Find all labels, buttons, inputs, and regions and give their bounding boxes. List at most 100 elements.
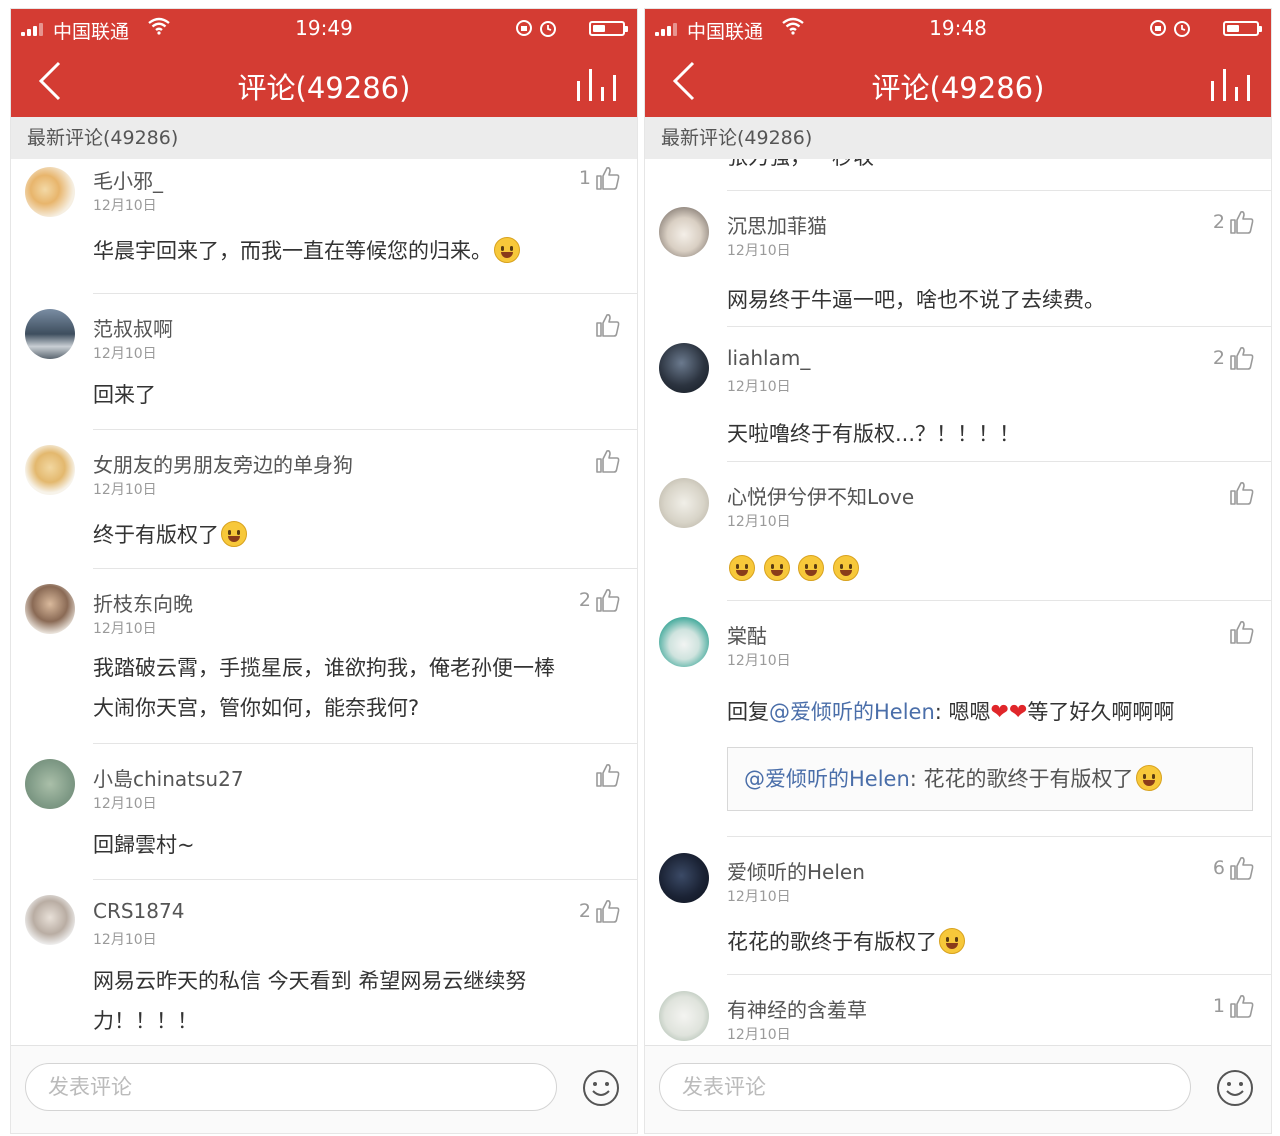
like-count: 2 [578, 589, 591, 611]
comment-username[interactable]: 范叔叔啊 [93, 313, 173, 342]
comment-username[interactable]: 棠酤 [727, 620, 767, 649]
avatar[interactable] [659, 343, 709, 393]
like-count: 2 [1212, 211, 1225, 233]
comment-text: 回复@爱倾听的Helen: 嗯嗯❤❤等了好久啊啊啊 [727, 692, 1257, 733]
emoji-picker-icon[interactable] [1215, 1068, 1255, 1108]
comment-text-line: 大闹你天宫，管你如何，能奈我何? [93, 696, 420, 720]
smile-emoji-icon [494, 237, 520, 263]
comment-text-line: 网易云昨天的私信 今天看到 希望网易云继续努 [93, 969, 527, 993]
comment-input-bar: 发表评论 [645, 1045, 1271, 1133]
page-title: 评论(49286) [871, 71, 1045, 105]
thumbs-up-icon [1230, 211, 1254, 234]
heart-icon: ❤ [990, 700, 1009, 725]
avatar[interactable] [659, 478, 709, 528]
grin-emoji-icon [221, 521, 247, 547]
comment-input-bar: 发表评论 [11, 1045, 637, 1133]
comment-username[interactable]: 折枝东向晚 [93, 588, 193, 617]
avatar[interactable] [25, 309, 75, 359]
like-count: 1 [578, 167, 591, 189]
quoted-comment[interactable]: @爱倾听的Helen: 花花的歌终于有版权了 [727, 747, 1253, 811]
comment-text-content: : 嗯嗯 [934, 700, 991, 724]
mention-link[interactable]: @爱倾听的Helen [744, 767, 910, 791]
chart-bars-icon[interactable] [1211, 69, 1251, 101]
comment-text: 天啦噜终于有版权...？！！！！ [727, 422, 1021, 446]
kiss-emoji-icon [939, 928, 965, 954]
heart-icon: ❤ [1008, 700, 1028, 725]
battery-icon [1223, 21, 1262, 36]
comment-username[interactable]: 有神经的含羞草 [727, 994, 867, 1023]
avatar[interactable] [25, 167, 75, 217]
like-count: 6 [1212, 857, 1225, 879]
section-header: 最新评论(49286) [11, 117, 637, 159]
divider [93, 879, 637, 880]
emoji-picker-icon[interactable] [581, 1068, 621, 1108]
like-button[interactable] [595, 760, 621, 790]
like-button[interactable]: 6 [1213, 853, 1255, 883]
phone-screen-right: 中国联通 19:48 评论(49286) 最新评论(49286) 张力强，一秒收… [644, 8, 1272, 1134]
status-icons [515, 18, 559, 42]
like-count: 2 [578, 900, 591, 922]
mention-link[interactable]: @爱倾听的Helen [769, 700, 935, 724]
like-button[interactable]: 2 [579, 585, 621, 615]
comment-username[interactable]: 爱倾听的Helen [727, 856, 865, 885]
comment-username[interactable]: liahlam_ [727, 346, 810, 370]
avatar[interactable] [659, 207, 709, 257]
comment-text [727, 549, 1247, 589]
comment-text: 网易终于牛逼一吧，啥也不说了去续费。 [727, 288, 1105, 312]
divider [727, 326, 1271, 327]
comment-date: 12月10日 [727, 514, 791, 530]
avatar[interactable] [25, 445, 75, 495]
comment-date: 12月10日 [93, 482, 157, 498]
comment-input[interactable]: 发表评论 [25, 1063, 557, 1111]
avatar[interactable] [25, 759, 75, 809]
comment-text: 网易云昨天的私信 今天看到 希望网易云继续努 力！！！！ [93, 961, 613, 1041]
comment-username[interactable]: 女朋友的男朋友旁边的单身狗 [93, 449, 353, 478]
comment-username[interactable]: 小島chinatsu27 [93, 763, 244, 792]
like-button[interactable] [1229, 478, 1255, 508]
comment-date: 12月10日 [93, 932, 157, 948]
like-button[interactable]: 2 [1213, 207, 1255, 237]
comment-list[interactable]: 张力强，一秒收 沉思加菲猫 12月10日 2 网易终于牛逼一吧，啥也不说了去续费… [645, 159, 1271, 1045]
like-button[interactable]: 2 [579, 896, 621, 926]
comment-list[interactable]: 毛小邪_ 12月10日 1 华晨宇回来了，而我一直在等候您的归来。 范叔叔啊 1… [11, 159, 637, 1045]
thumbs-up-icon [1230, 995, 1254, 1018]
nav-bar: 评论(49286) [11, 49, 637, 117]
comment-text: 回歸雲村~ [93, 833, 195, 857]
thumbs-up-icon [596, 450, 620, 473]
avatar[interactable] [659, 853, 709, 903]
comment-date: 12月10日 [727, 653, 791, 669]
avatar[interactable] [25, 895, 75, 945]
battery-icon [589, 21, 628, 36]
like-button[interactable]: 2 [1213, 343, 1255, 373]
like-button[interactable] [595, 446, 621, 476]
avatar[interactable] [659, 991, 709, 1041]
avatar[interactable] [25, 584, 75, 634]
page-title: 评论(49286) [237, 71, 411, 105]
like-button[interactable] [595, 310, 621, 340]
like-button[interactable] [1229, 617, 1255, 647]
comment-date: 12月10日 [93, 346, 157, 362]
comment-username[interactable]: 毛小邪_ [93, 165, 163, 194]
avatar[interactable] [659, 617, 709, 667]
status-bar: 中国联通 19:48 [645, 9, 1271, 49]
comment-date: 12月10日 [727, 243, 791, 259]
comment-username[interactable]: 沉思加菲猫 [727, 210, 827, 239]
thumbs-up-icon [596, 167, 620, 190]
nav-bar: 评论(49286) [645, 49, 1271, 117]
grin-emoji-icon [729, 555, 755, 581]
grin-emoji-icon [833, 555, 860, 581]
like-button[interactable]: 1 [579, 163, 621, 193]
thumbs-up-icon [1230, 347, 1254, 370]
divider [727, 836, 1271, 837]
comment-username[interactable]: 心悦伊兮伊不知Love [727, 481, 914, 510]
chart-bars-icon[interactable] [577, 69, 617, 101]
comment-input[interactable]: 发表评论 [659, 1063, 1191, 1111]
comment-username[interactable]: CRS1874 [93, 899, 184, 923]
comment-date: 12月10日 [727, 379, 791, 395]
divider [93, 568, 637, 569]
like-button[interactable]: 1 [1213, 991, 1255, 1021]
divider [93, 293, 637, 294]
reply-prefix: 回复 [727, 700, 769, 724]
quoted-text: : 花花的歌终于有版权了 [909, 767, 1134, 791]
section-header: 最新评论(49286) [645, 117, 1271, 159]
